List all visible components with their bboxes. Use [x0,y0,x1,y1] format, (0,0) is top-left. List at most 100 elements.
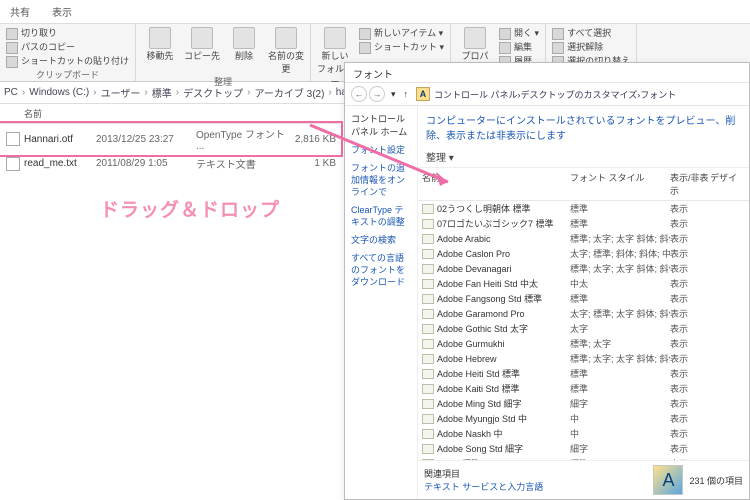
copy-to-icon [191,27,213,49]
rename-button[interactable]: 名前の変更 [268,27,304,75]
breadcrumb-seg[interactable]: コントロール パネル [434,90,518,100]
font-row[interactable]: Adobe Naskh 中中表示 [418,426,749,441]
font-online-info-link[interactable]: フォントの追加情報をオンラインで [351,162,411,198]
font-file-icon [422,219,434,229]
font-row[interactable]: Adobe Myungjo Std 中中表示 [418,411,749,426]
chevron-right-icon: › [144,87,147,98]
file-row[interactable]: read_me.txt2011/08/29 1:05テキスト文書1 KB [0,154,340,173]
font-row[interactable]: Adobe Gothic Std 太字太字表示 [418,321,749,336]
download-fonts-link[interactable]: すべての言語のフォントをダウンロード [351,252,411,288]
chevron-right-icon: › [93,87,96,98]
properties-icon [464,27,486,49]
select-none-button[interactable]: 選択解除 [552,41,630,54]
cut-button[interactable]: 切り取り [6,27,129,40]
select-all-button[interactable]: すべて選択 [552,27,630,40]
fonts-window-title: フォント [345,63,749,83]
chevron-right-icon: › [22,87,25,98]
font-row[interactable]: Adobe Arabic標準; 太字; 太字 斜体; 斜体表示 [418,231,749,246]
move-to-button[interactable]: 移動先 [142,27,178,62]
tab-share[interactable]: 共有 [6,2,34,21]
breadcrumb-seg[interactable]: Windows (C:) [29,87,89,98]
breadcrumb-seg[interactable]: デスクトップ [183,85,243,100]
font-icon: A [416,87,430,101]
font-file-icon [422,309,434,319]
cleartype-link[interactable]: ClearType テキストの調整 [351,204,411,228]
font-list[interactable]: 02うつくし明朝体 標準標準表示07ロゴたいぷゴシック7 標準標準表示Adobe… [418,201,749,460]
col-font-style[interactable]: フォント スタイル [570,171,670,197]
breadcrumb-seg[interactable]: フォント [640,90,676,100]
font-row[interactable]: Adobe Devanagari標準; 太字; 太字 斜体; 斜体表示 [418,261,749,276]
edit-button[interactable]: 編集 [499,41,539,54]
font-file-icon [422,234,434,244]
paste-shortcut-icon [6,56,18,68]
new-folder-icon [324,27,346,49]
tab-view[interactable]: 表示 [48,2,76,21]
font-file-icon [422,369,434,379]
select-none-icon [552,42,564,54]
font-row[interactable]: Adobe Song Std 細字細字表示 [418,441,749,456]
col-font-design[interactable]: デザイ [710,171,745,197]
font-file-icon [422,429,434,439]
easy-access-icon [359,42,371,54]
font-row[interactable]: Adobe Hebrew標準; 太字; 太字 斜体; 斜体表示 [418,351,749,366]
breadcrumb-seg[interactable]: アーカイブ 3(2) [254,85,324,100]
font-file-icon [422,354,434,364]
edit-icon [499,42,511,54]
font-folder-icon: A [653,465,683,495]
nav-back-button[interactable]: ← [351,86,367,102]
file-list: 名前 Hannari.otf2013/12/25 23:27OpenType フ… [0,104,340,173]
nav-forward-button[interactable]: → [369,86,385,102]
font-file-icon [422,414,434,424]
font-file-icon [422,399,434,409]
font-row[interactable]: Adobe Heiti Std 標準標準表示 [418,366,749,381]
select-all-icon [552,28,564,40]
font-file-icon [422,324,434,334]
fonts-window: フォント ← → ▾↑ A コントロール パネル›デスクトップのカスタマイズ›フ… [344,62,750,500]
font-row[interactable]: Adobe Gurmukhi標準; 太字表示 [418,336,749,351]
fonts-address-bar[interactable]: ← → ▾↑ A コントロール パネル›デスクトップのカスタマイズ›フォント [345,83,749,106]
ribbon-tabs: 共有 表示 [0,0,750,24]
font-columns: 名前 フォント スタイル 表示/非表示 デザイ [418,168,749,201]
related-label: 関連項目 [424,467,543,480]
col-font-visibility[interactable]: 表示/非表示 [670,171,710,197]
new-item-button[interactable]: 新しいアイテム ▾ [359,27,444,40]
font-row[interactable]: Adobe Ming Std 細字細字表示 [418,396,749,411]
delete-icon [233,27,255,49]
font-row[interactable]: Adobe Kaiti Std 標準標準表示 [418,381,749,396]
control-panel-home-link[interactable]: コントロール パネル ホーム [351,112,411,138]
font-file-icon [422,204,434,214]
easy-access-button[interactable]: ショートカット ▾ [359,41,444,54]
font-row[interactable]: 02うつくし明朝体 標準標準表示 [418,201,749,216]
font-file-icon [422,264,434,274]
cut-icon [6,28,18,40]
find-char-link[interactable]: 文字の検索 [351,234,411,246]
col-name[interactable]: 名前 [24,107,96,120]
file-row[interactable]: Hannari.otf2013/12/25 23:27OpenType フォント… [0,124,340,154]
open-icon [499,28,511,40]
breadcrumb-seg[interactable]: ユーザー [101,85,141,100]
item-count: 231 個の項目 [689,474,743,487]
move-to-icon [149,27,171,49]
breadcrumb-seg[interactable]: デスクトップのカスタマイズ [521,90,638,100]
delete-button[interactable]: 削除 [226,27,262,62]
font-row[interactable]: Adobe Garamond Pro太字; 標準; 太字 斜体; 斜体表示 [418,306,749,321]
group-clipboard-label: クリップボード [6,68,129,81]
breadcrumb-seg[interactable]: PC [4,87,18,98]
col-font-name[interactable]: 名前 [422,171,570,197]
file-icon [6,157,20,171]
copy-path-button[interactable]: パスのコピー [6,41,129,54]
breadcrumb-seg[interactable]: 標準 [152,85,172,100]
font-settings-link[interactable]: フォント設定 [351,144,411,156]
paste-shortcut-button[interactable]: ショートカットの貼り付け [6,55,129,68]
organize-button[interactable]: 整理 ▾ [418,146,749,168]
font-row[interactable]: 07ロゴたいぷゴシック7 標準標準表示 [418,216,749,231]
font-file-icon [422,339,434,349]
file-icon [6,132,20,146]
font-row[interactable]: Adobe Fan Heiti Std 中太中太表示 [418,276,749,291]
font-row[interactable]: Adobe Fangsong Std 標準標準表示 [418,291,749,306]
copy-to-button[interactable]: コピー先 [184,27,220,62]
open-button[interactable]: 開く ▾ [499,27,539,40]
text-services-link[interactable]: テキスト サービスと入力言語 [424,480,543,493]
chevron-right-icon: › [176,87,179,98]
font-row[interactable]: Adobe Caslon Pro太字; 標準; 斜体; 斜体; 中太; 中太 斜… [418,246,749,261]
